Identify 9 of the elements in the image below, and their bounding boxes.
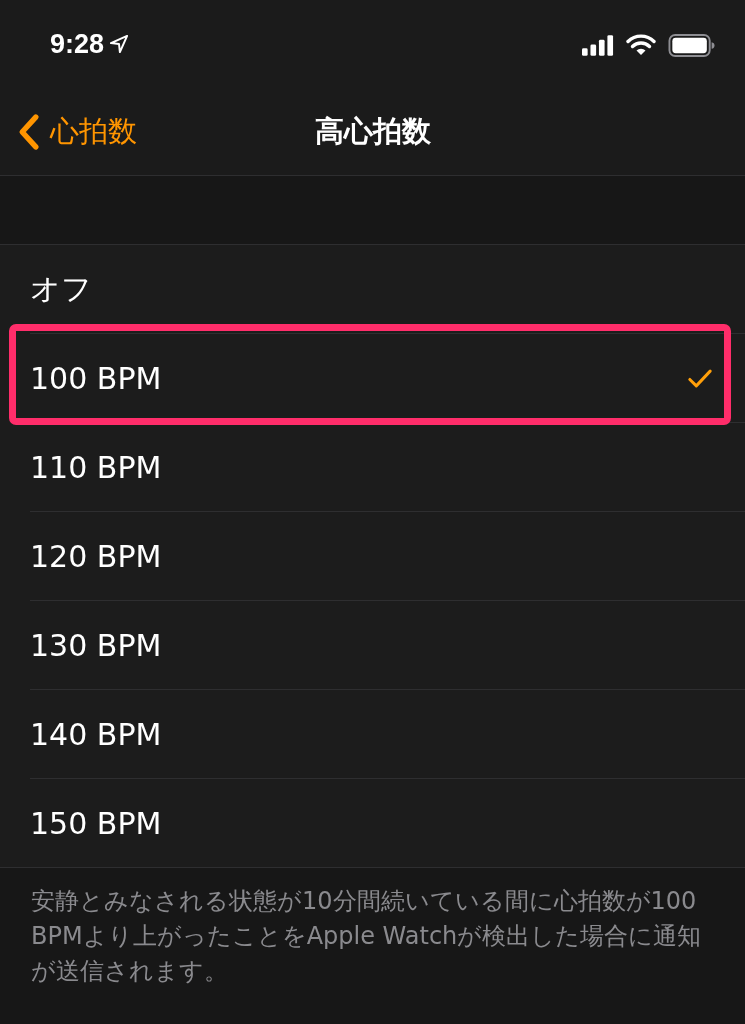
chevron-left-icon [18, 112, 40, 151]
wifi-icon [626, 34, 656, 56]
battery-icon [668, 33, 715, 57]
back-button[interactable]: 心拍数 [0, 111, 137, 152]
location-arrow-icon [110, 35, 129, 53]
signal-bars-icon [582, 34, 614, 56]
screen-title: 高心拍数 [314, 112, 431, 150]
footer-note: 安静とみなされる状態が10分間続いている間に心拍数が100 BPMより上がったことをApple Watchが検出した場合に通知が送信されます。 [30, 886, 703, 987]
clock-time: 9:28 [50, 28, 105, 60]
